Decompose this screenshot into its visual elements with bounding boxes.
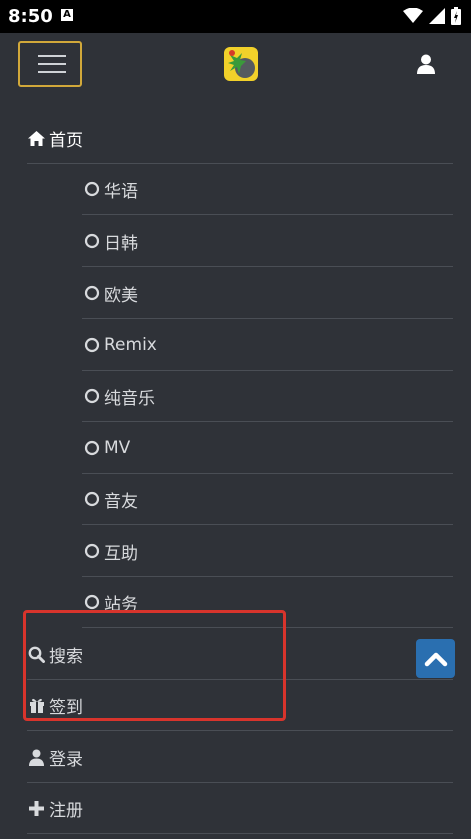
menu-item-category[interactable]: 纯音乐 xyxy=(82,371,453,422)
hamburger-line xyxy=(38,71,66,73)
scroll-to-top-button[interactable] xyxy=(416,639,455,678)
menu-item-label: 首页 xyxy=(49,130,83,151)
hamburger-line xyxy=(38,55,66,57)
menu-item-label: Remix xyxy=(104,335,157,355)
menu-item-label: 日韩 xyxy=(104,233,138,254)
user-icon[interactable] xyxy=(417,54,435,74)
circle-icon xyxy=(82,284,101,302)
menu-item-category[interactable]: 音友 xyxy=(82,474,453,525)
status-bar: 8:50 A xyxy=(0,0,471,33)
circle-icon xyxy=(82,387,101,405)
menu-item-label: 注册 xyxy=(49,800,83,821)
user-icon xyxy=(27,748,46,766)
menu-item-category[interactable]: 欧美 xyxy=(82,268,453,319)
menu-item-category[interactable]: Remix xyxy=(82,320,453,371)
circle-icon xyxy=(82,439,101,457)
status-time: 8:50 xyxy=(8,6,53,27)
home-icon xyxy=(27,129,46,147)
circle-icon xyxy=(82,336,101,354)
menu-item-category[interactable]: MV xyxy=(82,423,453,474)
menu-item-category[interactable]: 日韩 xyxy=(82,216,453,267)
plus-icon xyxy=(27,799,46,817)
wifi-icon xyxy=(403,8,423,23)
battery-icon xyxy=(451,7,461,25)
hamburger-menu-button[interactable] xyxy=(18,41,82,87)
menu-item-label: MV xyxy=(104,438,131,458)
circle-icon xyxy=(82,593,101,611)
highlight-box xyxy=(23,610,286,721)
circle-icon xyxy=(82,490,101,508)
menu-item-home[interactable]: 首页 xyxy=(27,113,453,164)
menu-item-register[interactable]: 注册 xyxy=(27,783,453,834)
hamburger-line xyxy=(38,63,66,65)
menu-item-label: 纯音乐 xyxy=(104,388,155,409)
menu-item-label: 欧美 xyxy=(104,285,138,306)
menu-item-category[interactable]: 互助 xyxy=(82,526,453,577)
menu-item-label: 互助 xyxy=(104,543,138,564)
chevron-up-icon xyxy=(424,652,447,666)
menu-item-label: 音友 xyxy=(104,491,138,512)
menu-item-label: 登录 xyxy=(49,749,83,770)
menu-item-category[interactable]: 华语 xyxy=(82,164,453,215)
notification-badge: A xyxy=(61,9,73,21)
menu-item-login[interactable]: 登录 xyxy=(27,732,453,783)
signal-icon xyxy=(429,8,445,24)
circle-icon xyxy=(82,180,101,198)
circle-icon xyxy=(82,542,101,560)
top-navbar xyxy=(0,33,471,93)
menu-item-label: 华语 xyxy=(104,181,138,202)
app-logo-icon[interactable] xyxy=(224,47,258,81)
circle-icon xyxy=(82,232,101,250)
system-icons xyxy=(403,7,461,25)
